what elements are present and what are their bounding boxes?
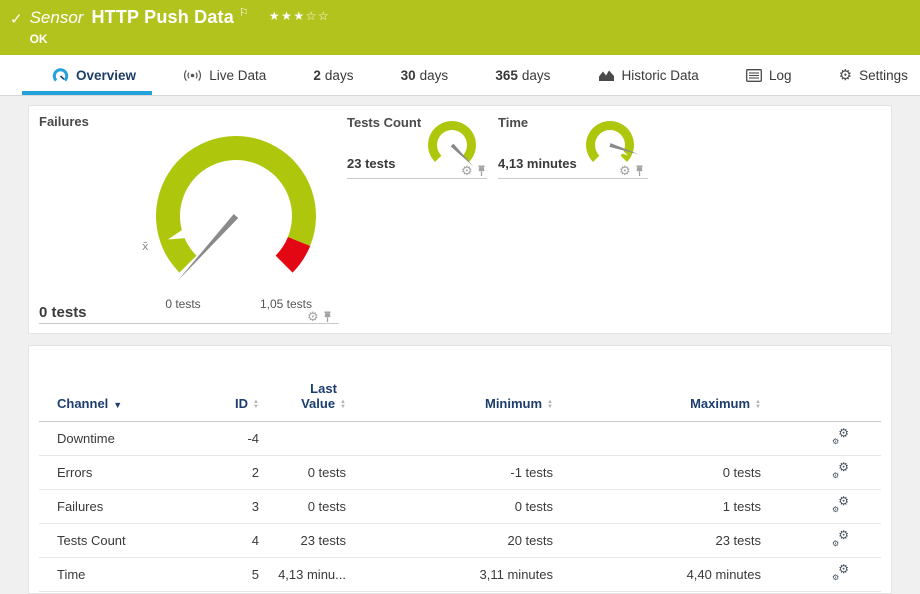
tab-overview[interactable]: Overview (52, 55, 136, 95)
channels-table-panel: Channel▼ ID▲▼ Last Value▲▼ Minimum▲▼ Max… (28, 345, 892, 594)
column-header-id[interactable]: ID▲▼ (221, 396, 259, 411)
channel-id: 2 (221, 465, 259, 480)
table-row-errors[interactable]: Errors 2 0 tests -1 tests 0 tests ⚙⚙ (39, 456, 881, 490)
gauge-icon (52, 67, 69, 84)
widget-pin-icon[interactable] (634, 165, 645, 177)
tab-365-days[interactable]: 365days (495, 55, 550, 95)
status-ok-check-icon: ✓ (10, 10, 23, 28)
widget-gear-icon[interactable]: ⚙ (619, 164, 631, 177)
channel-maximum: 1 tests (553, 499, 761, 514)
tab-30-days[interactable]: 30days (401, 55, 449, 95)
widget-divider (498, 178, 648, 179)
widget-tools: ⚙ (619, 164, 645, 177)
widget-tools: ⚙ (461, 164, 487, 177)
flag-icon[interactable]: ⚐ (239, 6, 249, 19)
channel-id: -4 (221, 431, 259, 446)
channel-settings-gears-icon[interactable]: ⚙⚙ (832, 532, 849, 547)
widget-divider (39, 323, 339, 324)
gauge-title: Failures (39, 114, 89, 129)
gauge-min-label: 0 tests (165, 297, 200, 311)
column-header-maximum[interactable]: Maximum▲▼ (553, 396, 761, 411)
gauge-title: Time (498, 115, 528, 130)
gauge-title: Tests Count (347, 115, 421, 130)
gauge-max-label: 1,05 tests (260, 297, 312, 311)
gauge-current-value: 4,13 minutes (498, 156, 577, 171)
widget-pin-icon[interactable] (322, 311, 333, 323)
status-badge: OK (30, 32, 331, 46)
sensor-header: ✓ Sensor HTTP Push Data ⚐ ★★★☆☆ OK (0, 0, 920, 55)
channel-last-value: 0 tests (259, 499, 346, 514)
priority-stars[interactable]: ★★★☆☆ (269, 9, 330, 23)
table-row-time[interactable]: Time 5 4,13 minu... 3,11 minutes 4,40 mi… (39, 558, 881, 592)
widget-gear-icon[interactable]: ⚙ (461, 164, 473, 177)
gauge-current-value: 23 tests (347, 156, 395, 171)
page-title: HTTP Push Data (91, 7, 234, 28)
channel-last-value: 23 tests (259, 533, 346, 548)
column-header-minimum[interactable]: Minimum▲▼ (346, 396, 553, 411)
channel-minimum: 20 tests (346, 533, 553, 548)
channel-id: 5 (221, 567, 259, 582)
channel-maximum: 4,40 minutes (553, 567, 761, 582)
table-header-row: Channel▼ ID▲▼ Last Value▲▼ Minimum▲▼ Max… (39, 346, 881, 422)
channel-last-value: 0 tests (259, 465, 346, 480)
channel-settings-gears-icon[interactable]: ⚙⚙ (832, 566, 849, 581)
channel-maximum: 23 tests (553, 533, 761, 548)
channel-name: Failures (39, 499, 221, 514)
tab-live-data[interactable]: Live Data (183, 55, 266, 95)
channel-name: Downtime (39, 431, 221, 446)
widget-tools: ⚙ (307, 310, 333, 323)
table-row-failures[interactable]: Failures 3 0 tests 0 tests 1 tests ⚙⚙ (39, 490, 881, 524)
column-header-channel[interactable]: Channel▼ (39, 396, 221, 411)
channel-name: Errors (39, 465, 221, 480)
widget-divider (347, 178, 487, 179)
tab-settings[interactable]: ⚙ Settings (839, 55, 908, 95)
failures-gauge: x̄ (136, 116, 336, 316)
tab-historic-data[interactable]: Historic Data (598, 55, 699, 95)
average-marker-label: x̄ (142, 240, 149, 253)
sensor-title-block: Sensor HTTP Push Data ⚐ ★★★☆☆ OK (30, 7, 331, 46)
channel-settings-gears-icon[interactable]: ⚙⚙ (832, 464, 849, 479)
channel-id: 3 (221, 499, 259, 514)
sort-arrows-icon: ▲▼ (755, 400, 761, 410)
broadcast-icon (183, 68, 202, 83)
channel-settings-gears-icon[interactable]: ⚙⚙ (832, 430, 849, 445)
gauges-panel: Failures x̄ 0 tests 1,05 tests 0 tests ⚙… (28, 105, 892, 334)
widget-pin-icon[interactable] (476, 165, 487, 177)
widget-gear-icon[interactable]: ⚙ (307, 310, 319, 323)
log-list-icon (746, 69, 762, 82)
column-header-last-value[interactable]: Last Value▲▼ (259, 381, 346, 411)
gear-icon: ⚙ (839, 68, 852, 83)
channel-minimum: -1 tests (346, 465, 553, 480)
sensor-kind-label: Sensor (30, 8, 84, 28)
channel-settings-gears-icon[interactable]: ⚙⚙ (832, 498, 849, 513)
tab-2-days[interactable]: 2days (313, 55, 353, 95)
table-row-downtime[interactable]: Downtime -4 ⚙⚙ (39, 422, 881, 456)
channel-maximum: 0 tests (553, 465, 761, 480)
channel-minimum: 3,11 minutes (346, 567, 553, 582)
table-row-tests-count[interactable]: Tests Count 4 23 tests 20 tests 23 tests… (39, 524, 881, 558)
channel-name: Time (39, 567, 221, 582)
channels-table: Channel▼ ID▲▼ Last Value▲▼ Minimum▲▼ Max… (29, 346, 891, 592)
channel-id: 4 (221, 533, 259, 548)
tab-bar: Overview Live Data 2days 30days 365days … (0, 55, 920, 96)
channel-minimum: 0 tests (346, 499, 553, 514)
sort-caret-icon: ▼ (113, 400, 122, 410)
channel-last-value: 4,13 minu... (259, 567, 346, 582)
channel-name: Tests Count (39, 533, 221, 548)
area-chart-icon (598, 68, 615, 82)
tab-log[interactable]: Log (746, 55, 792, 95)
gauge-current-value: 0 tests (39, 304, 87, 321)
